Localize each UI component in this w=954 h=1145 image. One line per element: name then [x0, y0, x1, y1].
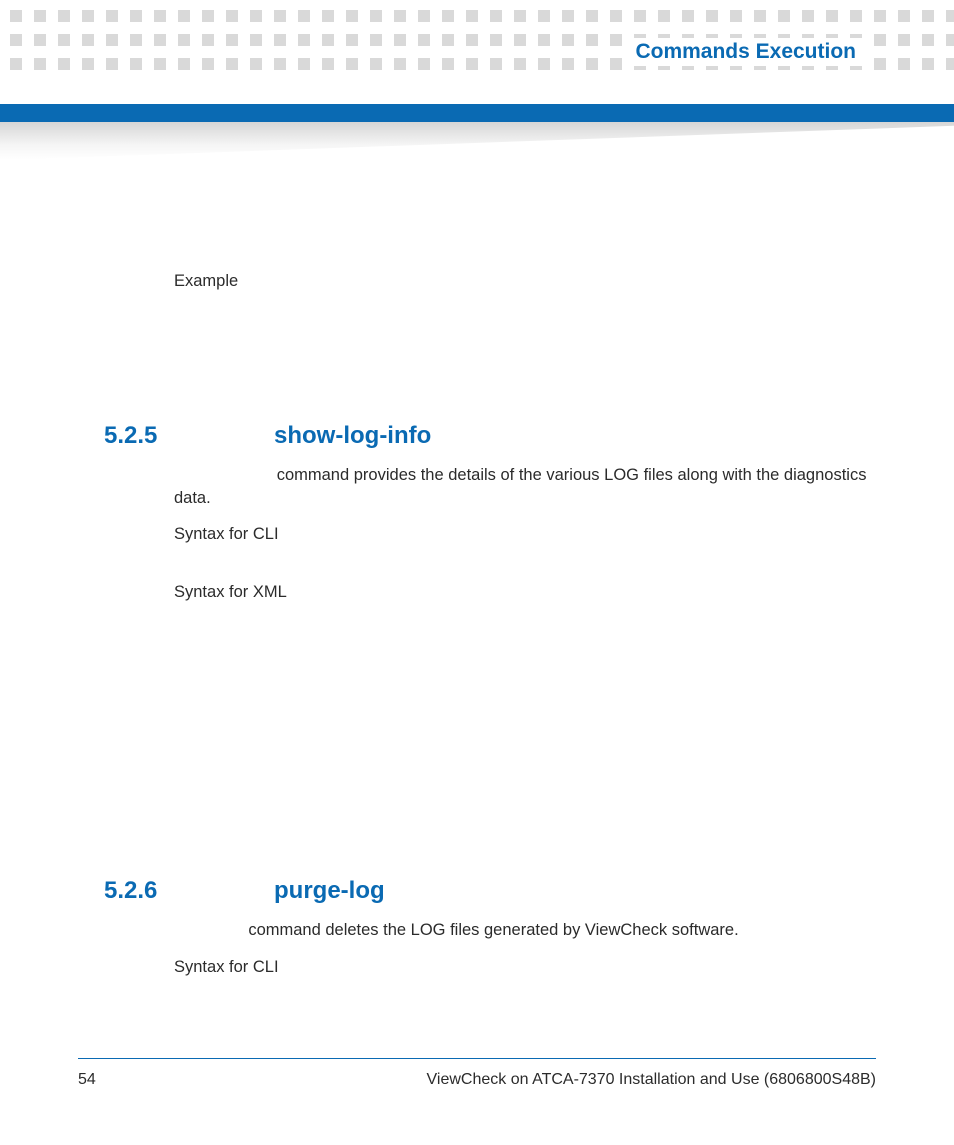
chapter-title: Commands Execution — [627, 38, 864, 66]
header-wedge — [0, 122, 954, 160]
section-description: purge-log command deletes the LOG files … — [174, 919, 874, 941]
syntax-xml-label: Syntax for XML — [174, 581, 874, 603]
section-number: 5.2.5 — [104, 422, 184, 450]
header-rule — [0, 104, 954, 122]
page-footer: 54 ViewCheck on ATCA-7370 Installation a… — [78, 1058, 876, 1089]
section-title: purge-log — [274, 877, 874, 905]
content-area: Example 5.2.5 show-log-info show-log-inf… — [174, 270, 874, 992]
syntax-cli-label: Syntax for CLI — [174, 956, 874, 978]
section-number: 5.2.6 — [104, 877, 184, 905]
example-label: Example — [174, 270, 874, 292]
page: Commands Execution Example 5.2.5 show-lo… — [0, 0, 954, 1145]
section-description: show-log-info command provides the detai… — [174, 464, 874, 509]
doc-title: ViewCheck on ATCA-7370 Installation and … — [427, 1071, 876, 1089]
page-number: 54 — [78, 1071, 96, 1089]
section-purge-log: 5.2.6 purge-log purge-log command delete… — [174, 877, 874, 992]
syntax-cli-label: Syntax for CLI — [174, 523, 874, 545]
footer-rule — [78, 1058, 876, 1059]
section-title: show-log-info — [274, 422, 874, 450]
section-show-log-info: 5.2.5 show-log-info show-log-info comman… — [174, 422, 874, 617]
